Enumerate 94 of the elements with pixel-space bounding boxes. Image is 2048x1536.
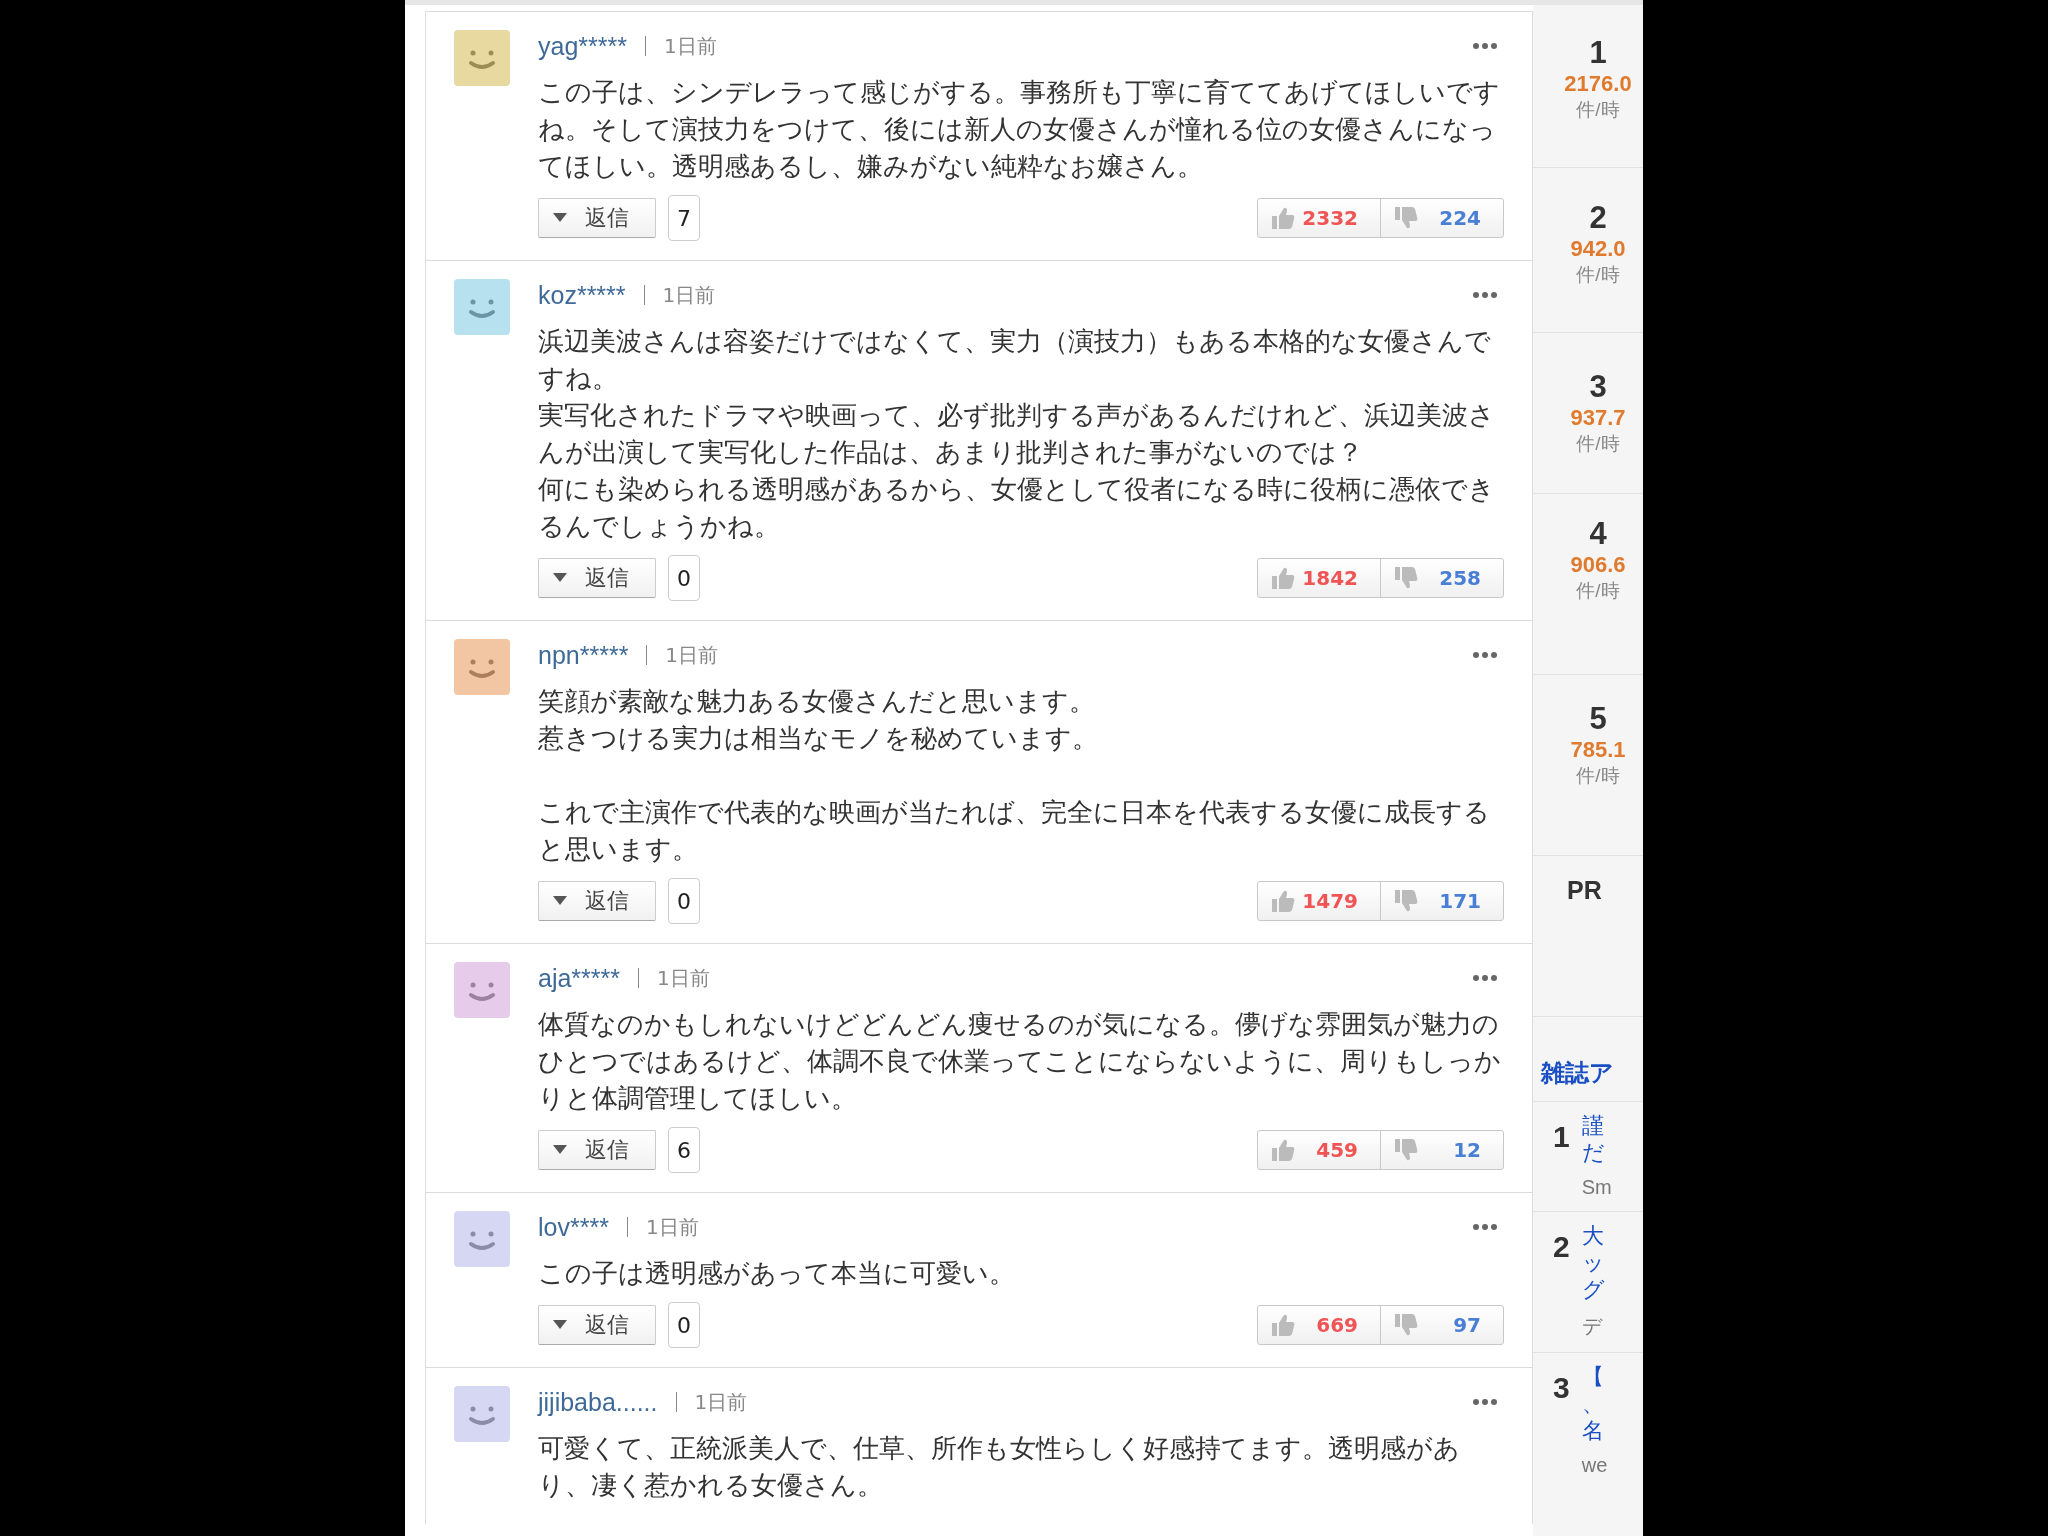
thumbs-up-icon: [1270, 206, 1296, 230]
thumbs-down-icon: [1393, 889, 1419, 913]
article-source: Sm: [1581, 1176, 1612, 1199]
dislike-button[interactable]: 258: [1380, 559, 1503, 597]
more-icon[interactable]: [1472, 1398, 1498, 1406]
rank-unit: 件/時: [1576, 98, 1620, 122]
comment-text: この子は透明感があって本当に可愛い。: [538, 1257, 1016, 1290]
pr-label: PR: [1533, 856, 1643, 1017]
reply-button[interactable]: 返信: [538, 1305, 656, 1345]
caret-icon: [553, 1320, 567, 1330]
post-time: 1日前: [638, 968, 710, 988]
rank-number: 2: [1589, 200, 1607, 236]
reply-count: 0: [668, 1302, 700, 1348]
comment-text: 浜辺美波さんは容姿だけではなくて、実力（演技力）もある本格的な女優さんですね。: [538, 325, 1492, 395]
post-time: 1日前: [646, 645, 719, 665]
article-title[interactable]: 、: [1581, 1390, 1608, 1417]
rank-unit: 件/時: [1576, 263, 1620, 287]
username[interactable]: jijibaba......: [538, 1387, 658, 1417]
article-rank: 2: [1553, 1229, 1570, 1265]
thumbs-up-icon: [1270, 1138, 1296, 1162]
thumbs-down-icon: [1393, 566, 1419, 590]
post-time: 1日前: [644, 36, 717, 56]
article-title[interactable]: グ: [1581, 1276, 1605, 1303]
more-icon[interactable]: [1472, 291, 1498, 299]
article-source: we: [1581, 1454, 1608, 1477]
article-title[interactable]: 名: [1581, 1417, 1608, 1444]
username[interactable]: npn*****: [538, 640, 629, 670]
comment-text: これで主演作で代表的な映画が当たれば、完全に日本を代表する女優に成長すると思います。: [538, 796, 1491, 866]
reply-count: 0: [668, 878, 700, 924]
comment-text: 惹きつける実力は相当なモノを秘めています。: [538, 722, 1099, 755]
rank-number: 4: [1589, 516, 1607, 552]
rank-unit: 件/時: [1576, 579, 1620, 603]
rank-unit: 件/時: [1576, 764, 1620, 788]
like-button[interactable]: 1842: [1258, 559, 1380, 597]
rank-number: 3: [1589, 369, 1607, 405]
thumbs-up-icon: [1270, 566, 1296, 590]
caret-icon: [553, 213, 567, 223]
rank-value: 2176.0: [1564, 71, 1632, 97]
comment-text: 可愛くて、正統派美人で、仕草、所作も女性らしく好感持てます。透明感があり、凄く惹かれる女優さん。: [538, 1432, 1461, 1502]
rank-number: 1: [1589, 35, 1607, 71]
reply-button[interactable]: 返信: [538, 881, 656, 921]
thumbs-down-icon: [1393, 1138, 1419, 1162]
comment-text: 笑顔が素敵な魅力ある女優さんだと思います。: [538, 685, 1096, 718]
caret-icon: [553, 896, 567, 906]
article-title[interactable]: ッ: [1581, 1249, 1605, 1276]
reply-button[interactable]: 返信: [538, 558, 656, 598]
thumbs-up-icon: [1270, 889, 1296, 913]
comment-text: この子は、シンデレラって感じがする。事務所も丁寧に育ててあげてほしいですね。そして演技力をつけて、後には新人の女優さんが憧れる位の女優さんになってほしい。透明感あるし、嫌みがない純粋なお嬢さん。: [538, 76, 1501, 183]
dislike-button[interactable]: 12: [1380, 1131, 1503, 1169]
like-button[interactable]: 1479: [1258, 882, 1380, 920]
more-icon[interactable]: [1472, 651, 1498, 659]
article-rank: 3: [1553, 1370, 1570, 1406]
rank-value: 942.0: [1570, 236, 1626, 262]
article-rank: 1: [1553, 1119, 1570, 1155]
reply-count: 6: [668, 1127, 700, 1173]
dislike-button[interactable]: 97: [1380, 1306, 1503, 1344]
comment-text: 実写化されたドラマや映画って、必ず批判する声があるんだけれど、浜辺美波さんが出演して実写化した作品は、あまり批判された事がないのでは？: [538, 399, 1496, 469]
like-button[interactable]: 459: [1258, 1131, 1380, 1169]
comment-text: 何にも染められる透明感があるから、女優として役者になる時に役柄に憑依できるんでしょうかね。: [538, 473, 1496, 543]
thumbs-down-icon: [1393, 206, 1419, 230]
article-title[interactable]: 謹: [1581, 1112, 1612, 1139]
article-title[interactable]: 【: [1581, 1363, 1608, 1390]
more-icon[interactable]: [1472, 42, 1498, 50]
caret-icon: [553, 573, 567, 583]
caret-icon: [553, 1145, 567, 1155]
more-icon[interactable]: [1472, 974, 1498, 982]
reply-count: 7: [668, 195, 700, 241]
article-title[interactable]: だ: [1581, 1139, 1612, 1166]
article-title[interactable]: 大: [1581, 1222, 1605, 1249]
dislike-button[interactable]: 224: [1380, 199, 1503, 237]
thumbs-up-icon: [1270, 1313, 1296, 1337]
comment-text: 体質なのかもしれないけどどんどん痩せるのが気になる。儚げな雰囲気が魅力のひとつではあるけど、体調不良で休業ってことにならないように、周りもしっかりと体調管理してほしい。: [538, 1008, 1502, 1115]
like-button[interactable]: 669: [1258, 1306, 1380, 1344]
dislike-button[interactable]: 171: [1380, 882, 1503, 920]
rank-unit: 件/時: [1576, 432, 1620, 456]
post-time: 1日前: [675, 1392, 748, 1412]
more-icon[interactable]: [1472, 1223, 1498, 1231]
username[interactable]: lov****: [538, 1212, 609, 1242]
thumbs-down-icon: [1393, 1313, 1419, 1337]
reply-button[interactable]: 返信: [538, 198, 656, 238]
reply-button[interactable]: 返信: [538, 1130, 656, 1170]
rank-value: 906.6: [1570, 552, 1626, 578]
username[interactable]: aja*****: [538, 963, 620, 993]
post-time: 1日前: [643, 285, 716, 305]
article-source: デ: [1581, 1314, 1604, 1339]
username[interactable]: yag*****: [538, 31, 627, 61]
rank-value: 785.1: [1570, 737, 1626, 763]
section-heading: 雑誌ア: [1539, 1058, 1615, 1088]
like-button[interactable]: 2332: [1258, 199, 1380, 237]
rank-number: 5: [1589, 701, 1607, 737]
post-time: 1日前: [626, 1217, 699, 1237]
reply-count: 0: [668, 555, 700, 601]
rank-value: 937.7: [1570, 405, 1626, 431]
username[interactable]: koz*****: [538, 280, 626, 310]
